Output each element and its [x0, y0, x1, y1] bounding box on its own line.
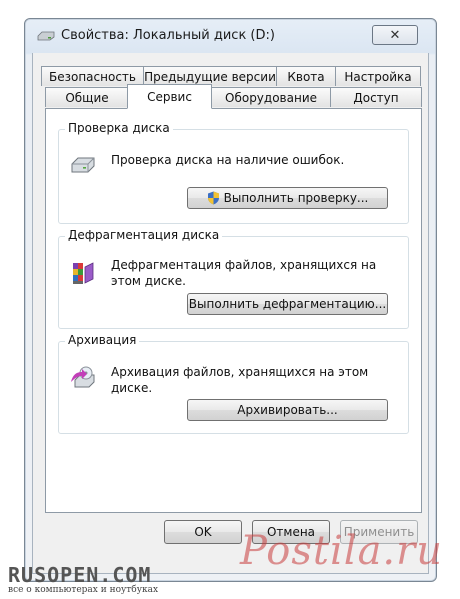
defrag-description: Дефрагментация файлов, хранящихся на это… [111, 258, 377, 288]
defrag-title: Дефрагментация диска [65, 228, 223, 242]
run-check-button[interactable]: Выполнить проверку... [187, 187, 388, 209]
tab-hardware[interactable]: Оборудование [211, 87, 331, 107]
backup-button-label: Архивировать... [237, 403, 338, 417]
window-title: Свойства: Локальный диск (D:) [61, 28, 275, 43]
drive-title-icon [37, 31, 55, 41]
rusopen-watermark: RUSOPEN.COM все о компьютерах и ноутбука… [8, 565, 158, 596]
backup-button[interactable]: Архивировать... [187, 399, 388, 421]
postila-watermark: Postila.ru [240, 528, 444, 574]
check-disk-title: Проверка диска [65, 121, 173, 135]
tab-previous-versions[interactable]: Предыдущие версии [143, 66, 277, 86]
tab-security[interactable]: Безопасность [41, 66, 144, 86]
tab-quota[interactable]: Квота [276, 66, 336, 86]
ok-button[interactable]: OK [164, 520, 242, 544]
run-check-label: Выполнить проверку... [223, 191, 369, 205]
tab-settings[interactable]: Настройка [335, 66, 421, 86]
backup-group: Архивация Архивация файлов, хранящихся н… [58, 333, 409, 434]
tab-service[interactable]: Сервис [127, 84, 212, 109]
close-button[interactable]: ✕ [372, 25, 418, 45]
service-tab-panel: Проверка диска Проверка диска на наличие… [45, 108, 422, 513]
rusopen-logo: RUSOPEN.COM [8, 563, 152, 587]
tab-sharing[interactable]: Доступ [330, 87, 422, 107]
title-bar[interactable]: Свойства: Локальный диск (D:) ✕ [25, 19, 436, 53]
backup-description: Архивация файлов, хранящихся на этом дис… [111, 365, 369, 395]
uac-shield-icon [207, 191, 219, 205]
hard-drive-icon [71, 157, 95, 173]
tab-general[interactable]: Общие [45, 87, 129, 107]
check-disk-group: Проверка диска Проверка диска на наличие… [58, 121, 409, 224]
run-defrag-button[interactable]: Выполнить дефрагментацию... [187, 293, 388, 315]
defrag-icon [73, 262, 94, 284]
run-defrag-label: Выполнить дефрагментацию... [188, 297, 387, 311]
rusopen-tagline: все о компьютерах и ноутбуках [8, 585, 159, 595]
backup-icon [71, 366, 95, 388]
backup-title: Архивация [65, 333, 140, 347]
defrag-group: Дефрагментация диска Дефрагментация файл… [58, 228, 409, 329]
check-disk-description: Проверка диска на наличие ошибок. [111, 153, 345, 167]
